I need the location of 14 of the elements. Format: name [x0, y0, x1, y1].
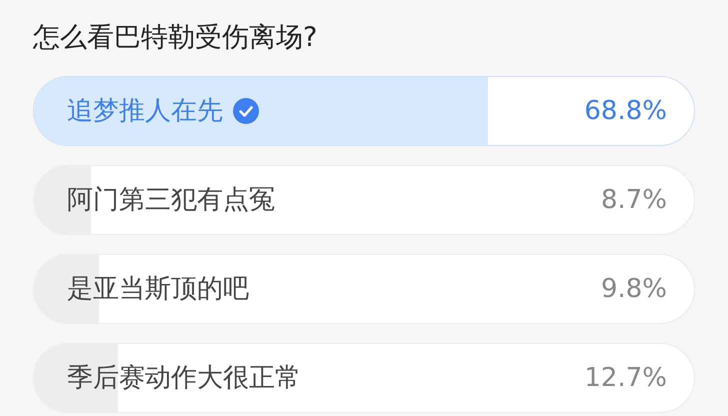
vote-percentage: 9.8% [600, 272, 667, 306]
option-label: 是亚当斯顶的吧 [67, 272, 249, 306]
option-label: 季后赛动作大很正常 [67, 362, 301, 394]
option-label: 阿门第三犯有点冤 [67, 184, 275, 216]
vote-percentage: 8.7% [600, 184, 667, 216]
vote-percentage: 68.8% [584, 94, 667, 128]
vote-percentage: 12.7% [584, 362, 667, 394]
poll-question: 怎么看巴特勒受伤离场? [33, 21, 318, 55]
poll-option[interactable]: 追梦推人在先 68.8% [33, 76, 695, 146]
poll-option[interactable]: 是亚当斯顶的吧 9.8% [33, 254, 695, 324]
poll-option[interactable]: 阿门第三犯有点冤 8.7% [33, 165, 695, 235]
poll-option[interactable]: 季后赛动作大很正常 12.7% [33, 343, 695, 413]
check-icon [233, 98, 259, 124]
option-label: 追梦推人在先 [67, 94, 223, 128]
